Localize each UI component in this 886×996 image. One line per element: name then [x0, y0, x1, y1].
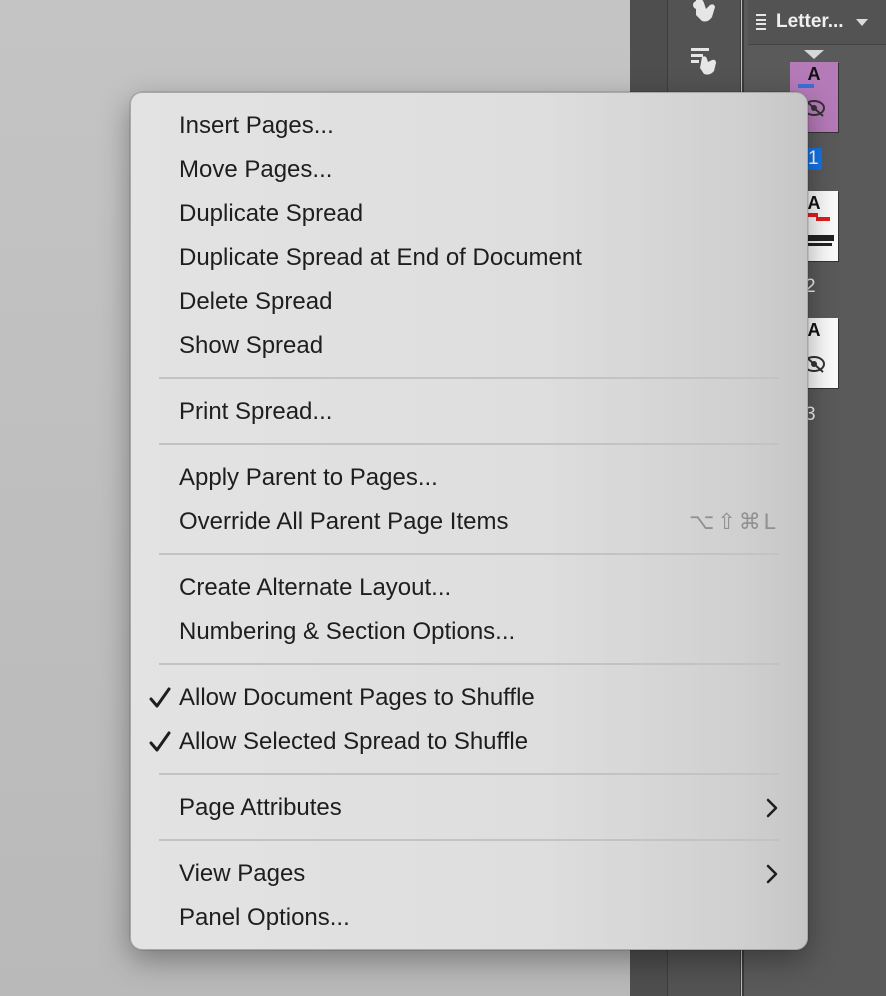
menu-item-label: Delete Spread: [179, 288, 333, 315]
menu-item-apply-parent[interactable]: Apply Parent to Pages...: [179, 458, 779, 498]
menu-item-numbering-section-options[interactable]: Numbering & Section Options...: [179, 612, 779, 652]
menu-separator: [159, 553, 779, 555]
menu-item-label: Show Spread: [179, 332, 324, 359]
menu-item-duplicate-spread-end[interactable]: Duplicate Spread at End of Document: [179, 238, 779, 278]
menu-item-page-attributes[interactable]: Page Attributes: [179, 788, 779, 828]
chevron-down-icon: [855, 18, 868, 26]
panel-menu-icon[interactable]: [756, 14, 766, 30]
menu-item-label: Insert Pages...: [179, 112, 334, 139]
menu-separator: [159, 443, 779, 445]
menu-item-label: Allow Document Pages to Shuffle: [179, 684, 535, 711]
menu-item-create-alternate-layout[interactable]: Create Alternate Layout...: [179, 568, 779, 608]
page-size-label: Letter...: [776, 11, 844, 32]
menu-item-label: Move Pages...: [179, 156, 333, 183]
menu-item-label: Duplicate Spread at End of Document: [179, 244, 582, 271]
checkmark-icon: [149, 731, 171, 752]
menu-item-move-pages[interactable]: Move Pages...: [179, 150, 779, 190]
menu-item-label: View Pages: [179, 860, 306, 887]
menu-separator: [159, 839, 779, 841]
hand-list-icon[interactable]: [686, 42, 724, 78]
menu-item-label: Apply Parent to Pages...: [179, 464, 438, 491]
hand-pointer-icon[interactable]: [686, 0, 724, 28]
menu-item-panel-options[interactable]: Panel Options...: [179, 898, 779, 938]
menu-item-label: Print Spread...: [179, 398, 333, 425]
menu-item-duplicate-spread[interactable]: Duplicate Spread: [179, 194, 779, 234]
menu-item-show-spread[interactable]: Show Spread: [179, 326, 779, 366]
menu-item-allow-selected-spread-shuffle[interactable]: Allow Selected Spread to Shuffle: [149, 722, 779, 762]
menu-item-allow-document-pages-shuffle[interactable]: Allow Document Pages to Shuffle: [149, 678, 779, 718]
menu-item-view-pages[interactable]: View Pages: [179, 854, 779, 894]
menu-separator: [159, 377, 779, 379]
menu-item-label: Numbering & Section Options...: [179, 618, 516, 645]
menu-item-insert-pages[interactable]: Insert Pages...: [179, 106, 779, 146]
page-size-dropdown[interactable]: Letter...: [748, 0, 886, 45]
chevron-right-icon: [766, 798, 778, 818]
menu-item-label: Override All Parent Page Items: [179, 508, 509, 535]
thumbnail-glyph: A: [807, 64, 821, 84]
menu-item-print-spread[interactable]: Print Spread...: [179, 392, 779, 432]
menu-item-label: Create Alternate Layout...: [179, 574, 452, 601]
menu-item-label: Panel Options...: [179, 904, 350, 931]
checkmark-icon: [149, 687, 171, 708]
menu-separator: [159, 773, 779, 775]
menu-item-label: Allow Selected Spread to Shuffle: [179, 728, 529, 755]
chevron-right-icon: [766, 864, 778, 884]
thumbnail-bar: [798, 84, 814, 88]
menu-item-override-parent-items[interactable]: Override All Parent Page Items ⌥⇧⌘L: [179, 502, 779, 542]
menu-item-label: Page Attributes: [179, 794, 342, 821]
menu-item-label: Duplicate Spread: [179, 200, 364, 227]
thumbnail-bar: [816, 217, 830, 221]
parent-marker-icon: [804, 50, 824, 59]
menu-separator: [159, 663, 779, 665]
menu-item-delete-spread[interactable]: Delete Spread: [179, 282, 779, 322]
keyboard-shortcut: ⌥⇧⌘L: [688, 509, 779, 534]
pages-panel-context-menu: Insert Pages... Move Pages... Duplicate …: [130, 92, 808, 950]
